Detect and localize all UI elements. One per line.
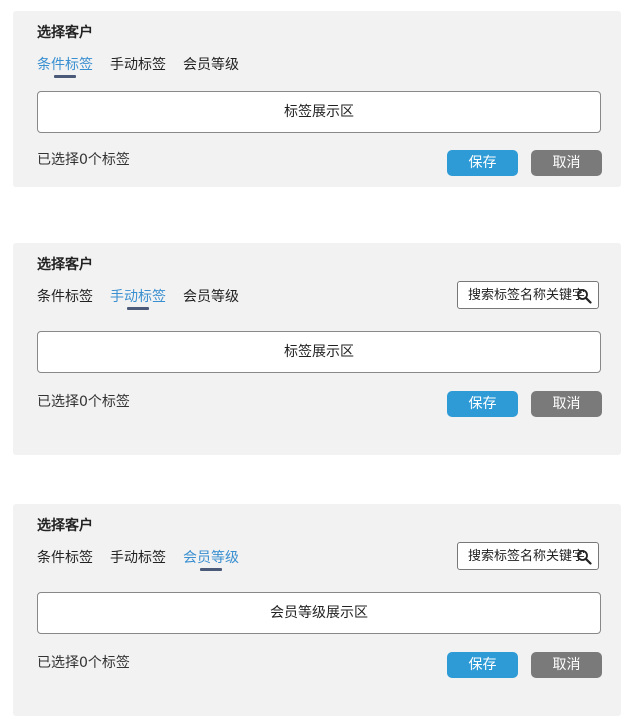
save-button[interactable]: 保存 bbox=[447, 391, 518, 417]
tag-display-area[interactable]: 标签展示区 bbox=[37, 91, 601, 133]
selected-tag-count: 已选择0个标签 bbox=[37, 394, 130, 410]
save-button[interactable]: 保存 bbox=[447, 150, 518, 176]
customer-select-panel-condition: 选择客户 条件标签 手动标签 会员等级 标签展示区 已选择0个标签 保存 取消 bbox=[13, 11, 621, 187]
panel-title: 选择客户 bbox=[37, 257, 93, 273]
selected-tag-count: 已选择0个标签 bbox=[37, 655, 130, 671]
tab-manual-tags[interactable]: 手动标签 bbox=[110, 56, 166, 74]
tab-manual-tags[interactable]: 手动标签 bbox=[110, 288, 166, 310]
customer-select-panel-member-level: 选择客户 条件标签 手动标签 会员等级 会员等级展示区 已选择0个标签 保存 取… bbox=[13, 504, 621, 716]
cancel-button[interactable]: 取消 bbox=[531, 652, 602, 678]
tab-member-level[interactable]: 会员等级 bbox=[183, 549, 239, 571]
cancel-button[interactable]: 取消 bbox=[531, 391, 602, 417]
customer-select-panel-manual: 选择客户 条件标签 手动标签 会员等级 标签展示区 已选择0个标签 保存 取消 bbox=[13, 243, 621, 455]
tag-search-box bbox=[457, 542, 599, 570]
tab-condition-tags[interactable]: 条件标签 bbox=[37, 56, 93, 78]
panel-title: 选择客户 bbox=[37, 518, 93, 534]
panel-title: 选择客户 bbox=[37, 25, 93, 41]
member-level-display-area[interactable]: 会员等级展示区 bbox=[37, 592, 601, 634]
tab-condition-tags[interactable]: 条件标签 bbox=[37, 549, 93, 567]
tag-display-area[interactable]: 标签展示区 bbox=[37, 331, 601, 373]
cancel-button[interactable]: 取消 bbox=[531, 150, 602, 176]
tab-member-level[interactable]: 会员等级 bbox=[183, 56, 239, 74]
tag-search-box bbox=[457, 281, 599, 309]
tab-condition-tags[interactable]: 条件标签 bbox=[37, 288, 93, 306]
search-icon[interactable] bbox=[576, 288, 592, 304]
save-button[interactable]: 保存 bbox=[447, 652, 518, 678]
search-icon[interactable] bbox=[576, 549, 592, 565]
tab-manual-tags[interactable]: 手动标签 bbox=[110, 549, 166, 567]
selected-tag-count: 已选择0个标签 bbox=[37, 152, 130, 168]
tab-member-level[interactable]: 会员等级 bbox=[183, 288, 239, 306]
